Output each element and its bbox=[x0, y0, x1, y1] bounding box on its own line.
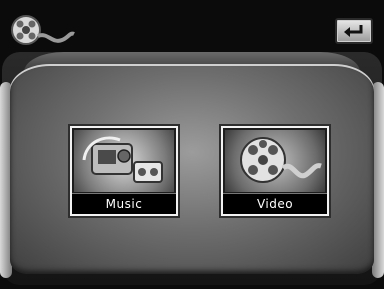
media-menu-screen: Music Video bbox=[0, 0, 384, 289]
return-arrow-icon bbox=[344, 25, 363, 37]
video-button[interactable]: Video bbox=[221, 126, 329, 216]
music-player-icon bbox=[74, 130, 174, 192]
music-label: Music bbox=[72, 193, 176, 214]
music-button[interactable]: Music bbox=[70, 126, 178, 216]
film-reel-icon bbox=[10, 14, 76, 46]
back-button[interactable] bbox=[335, 18, 373, 44]
video-label: Video bbox=[223, 193, 327, 214]
film-reel-icon bbox=[225, 130, 325, 192]
